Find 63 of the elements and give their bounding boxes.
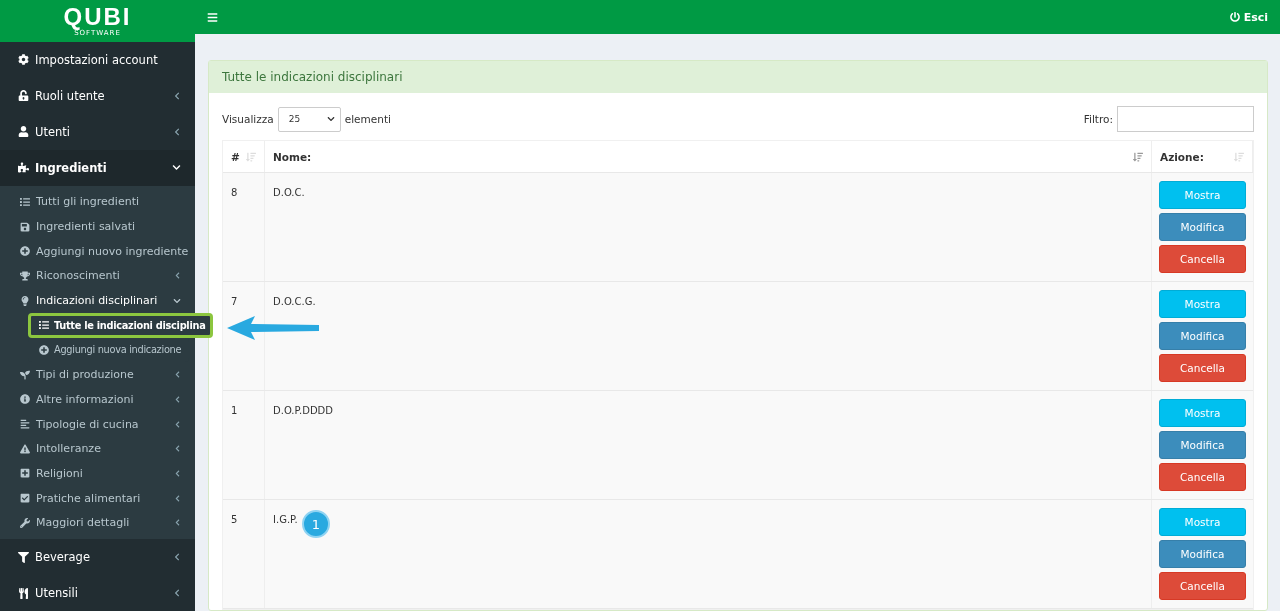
sidebar-item[interactable]: Utensili: [0, 575, 195, 611]
sidebar-subitem[interactable]: Tipologie di cucina: [0, 411, 195, 437]
sidebar-subitem[interactable]: Tutte le indicazioni disciplina: [28, 312, 214, 338]
warning-icon: [20, 443, 30, 454]
sidebar-item[interactable]: Beverage: [0, 539, 195, 576]
length-select[interactable]: 25: [277, 106, 341, 132]
list-icon: [20, 196, 30, 207]
sidebar-subitem[interactable]: Tutti gli ingredienti: [0, 189, 195, 215]
chevron-down-icon: [326, 115, 335, 123]
sidebar-subitem[interactable]: Aggiungi nuovo ingrediente: [0, 238, 195, 264]
lightbulb-icon: [20, 295, 30, 306]
delete-button[interactable]: Cancella: [1159, 245, 1246, 273]
delete-button[interactable]: Cancella: [1159, 354, 1246, 382]
sidebar-item[interactable]: Utenti: [0, 113, 195, 150]
column-header[interactable]: Nome:: [265, 141, 1152, 172]
table-cell: D.O.P.DDDD: [265, 391, 1152, 499]
save-icon: [20, 221, 30, 232]
sidebar-subitem[interactable]: Ingredienti salvati: [0, 214, 195, 239]
edit-button[interactable]: Modifica: [1159, 213, 1246, 241]
edit-button[interactable]: Modifica: [1159, 540, 1246, 568]
user-icon: [18, 126, 29, 138]
menu-button[interactable]: [207, 11, 218, 23]
length-label: elementi: [344, 113, 391, 125]
logout-link[interactable]: Esci: [1229, 10, 1268, 24]
sidebar-item[interactable]: Impostazioni account: [0, 41, 195, 78]
sidebar-subitem[interactable]: Riconoscimenti: [0, 263, 195, 289]
sort-icon: [1234, 151, 1244, 162]
power-icon: [1229, 12, 1240, 22]
edit-button[interactable]: Modifica: [1159, 322, 1246, 350]
plant-icon: [20, 369, 30, 380]
sidebar-item[interactable]: Ruoli utente: [0, 77, 195, 114]
table-cell: 1: [223, 391, 265, 499]
sidebar-subitem[interactable]: Altre informazioni: [0, 387, 195, 412]
unlock-icon: [18, 90, 29, 102]
table-cell: D.O.C.: [265, 173, 1152, 281]
gear-icon: [18, 54, 29, 66]
list-icon: [39, 320, 49, 331]
filter-label: Filtro:: [1083, 113, 1113, 125]
table-cell: 8: [223, 173, 265, 281]
puzzle-icon: [18, 162, 29, 174]
filter-field[interactable]: [1117, 106, 1254, 132]
sidebar-subitem[interactable]: Religioni: [0, 461, 195, 486]
length-label: Visualizza: [222, 113, 274, 125]
sidebar-subitem[interactable]: Pratiche alimentari: [0, 485, 195, 511]
sidebar-subitem[interactable]: Tipi di produzione: [0, 362, 195, 387]
info-icon: [20, 394, 30, 405]
sidebar-subitem[interactable]: Maggiori dettagli: [0, 510, 195, 536]
column-header[interactable]: #: [223, 141, 265, 172]
checkbox-icon: [20, 493, 30, 504]
panel-title: Tutte le indicazioni disciplinari: [222, 70, 403, 84]
sidebar-subitem[interactable]: Intolleranze: [0, 436, 195, 462]
delete-button[interactable]: Cancella: [1159, 572, 1246, 600]
trophy-icon: [20, 270, 30, 281]
wrench-icon: [20, 517, 30, 528]
cutlery-icon: [18, 587, 29, 599]
sort-icon: [1133, 151, 1143, 162]
edit-button[interactable]: Modifica: [1159, 431, 1246, 459]
sort-icon: [246, 151, 256, 162]
lines-icon: [20, 419, 30, 430]
sidebar-subitem[interactable]: Indicazioni disciplinari: [0, 288, 195, 313]
delete-button[interactable]: Cancella: [1159, 463, 1246, 491]
table-cell: 5: [223, 500, 265, 608]
column-header[interactable]: Azione:: [1152, 141, 1253, 172]
